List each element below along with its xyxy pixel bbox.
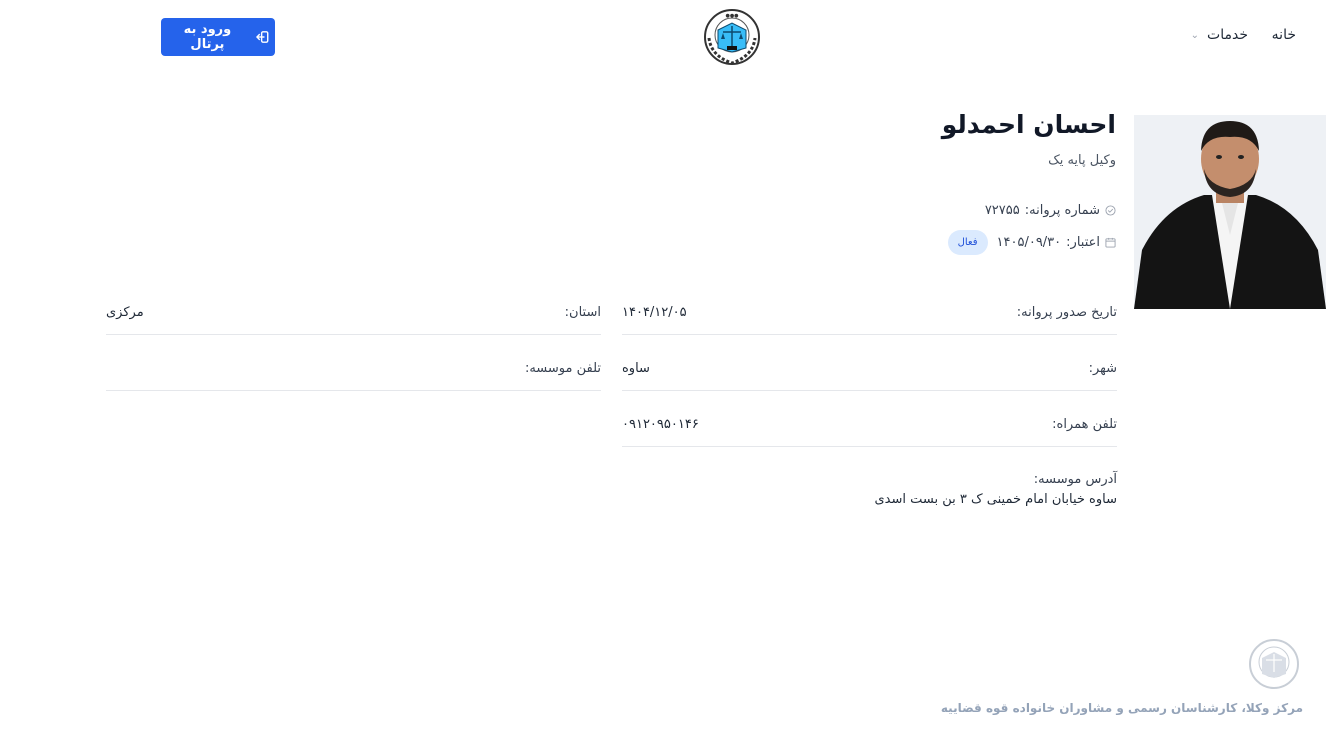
- nav-services-label: خدمات: [1207, 27, 1248, 43]
- nav-home[interactable]: خانه: [1272, 27, 1296, 43]
- license-label: شماره پروانه:: [1024, 203, 1100, 218]
- svg-text:●●●: ●●●: [725, 13, 739, 19]
- check-circle-icon: [1105, 205, 1116, 216]
- login-label: ورود به پرتال: [183, 22, 232, 52]
- judiciary-logo[interactable]: ●●●: [703, 8, 761, 66]
- lawyer-photo: [1134, 115, 1326, 309]
- address-label: آدرس موسسه:: [1033, 472, 1117, 487]
- mobile-value: ۰۹۱۲۰۹۵۰۱۴۶: [622, 416, 699, 432]
- validity-label: اعتبار:: [1066, 235, 1100, 250]
- validity-row: اعتبار: ۱۴۰۵/۰۹/۳۰ فعال: [947, 230, 1116, 255]
- calendar-icon: [1105, 237, 1116, 248]
- license-row: شماره پروانه: ۷۲۷۵۵: [985, 203, 1116, 218]
- address-value: ساوه خیابان امام خمینی ک ۳ بن بست اسدی: [874, 492, 1118, 507]
- footer-logo: [1249, 639, 1299, 689]
- footer-text: مرکز وکلا، کارشناسان رسمی و مشاوران خانو…: [940, 701, 1303, 715]
- chevron-down-icon: ⌄: [1190, 29, 1200, 41]
- city-value: ساوه: [622, 360, 650, 376]
- lawyer-name: احسان احمدلو: [941, 110, 1116, 139]
- city-field: شهر: ساوه: [622, 346, 1117, 391]
- license-number: ۷۲۷۵۵: [984, 203, 1020, 218]
- province-label: استان:: [564, 304, 601, 320]
- province-value: مرکزی: [106, 304, 144, 320]
- mobile-label: تلفن همراه:: [1052, 416, 1117, 432]
- login-button[interactable]: ورود به پرتال: [161, 18, 275, 56]
- issue-date-field: تاریخ صدور پروانه: ۱۴۰۴/۱۲/۰۵: [622, 290, 1117, 335]
- office-phone-field: تلفن موسسه:: [106, 346, 601, 391]
- city-label: شهر:: [1088, 360, 1117, 376]
- province-field: استان: مرکزی: [106, 290, 601, 335]
- mobile-field: تلفن همراه: ۰۹۱۲۰۹۵۰۱۴۶: [622, 402, 1117, 447]
- status-badge: فعال: [947, 230, 988, 255]
- validity-date: ۱۴۰۵/۰۹/۳۰: [996, 235, 1062, 250]
- nav-services[interactable]: خدمات ⌄: [1191, 27, 1248, 43]
- office-phone-label: تلفن موسسه:: [524, 360, 601, 376]
- lawyer-rank: وکیل پایه یک: [1048, 153, 1116, 168]
- issue-date-value: ۱۴۰۴/۱۲/۰۵: [622, 304, 687, 320]
- issue-date-label: تاریخ صدور پروانه:: [1016, 304, 1117, 320]
- login-icon: [255, 31, 269, 43]
